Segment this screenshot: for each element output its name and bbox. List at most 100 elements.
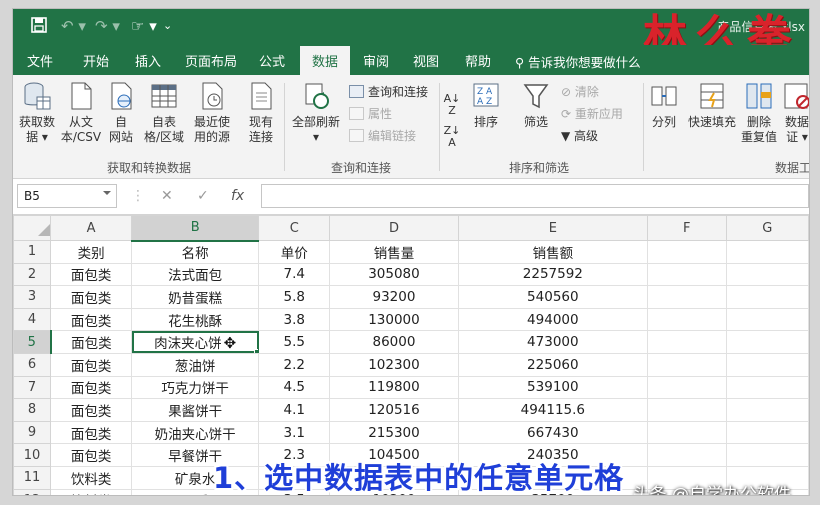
data-cell[interactable]: 4.1 [258,398,331,422]
queries-connections-button[interactable]: 查询和连接 [349,85,428,99]
data-cell[interactable]: 饮料类 [49,465,133,490]
row-header[interactable]: 6 [13,352,51,377]
data-cell[interactable]: 巧克力饼干 [131,375,260,400]
data-cell[interactable]: 面包类 [49,420,133,445]
name-box[interactable]: B5 [17,184,117,208]
header-cell[interactable]: 销售量 [329,240,459,264]
data-validation-button[interactable]: 数据 证 ▾ [781,81,809,145]
header-cell[interactable]: 类别 [49,240,133,264]
from-web-button[interactable]: 自 网站 [105,81,137,145]
data-cell[interactable]: 5.5 [258,330,331,354]
data-cell[interactable]: 面包类 [49,352,133,377]
get-data-button[interactable]: 获取数 据 ▾ [17,81,57,145]
data-cell[interactable]: 面包类 [49,398,133,422]
empty-cell[interactable] [647,420,727,445]
data-cell[interactable]: 面包类 [49,375,133,400]
empty-cell[interactable] [647,398,727,422]
data-cell[interactable]: 539100 [457,375,649,400]
existing-connections-button[interactable]: 现有 连接 [243,81,279,145]
data-cell[interactable]: 法式面包 [131,262,260,287]
tab-formulas[interactable]: 公式 [259,51,285,70]
save-icon[interactable] [31,17,47,37]
row-header[interactable]: 11 [13,465,51,490]
data-cell[interactable]: 面包类 [49,443,133,467]
empty-cell[interactable] [725,285,809,309]
empty-cell[interactable] [725,240,809,264]
data-cell[interactable]: 667430 [457,420,649,445]
data-cell[interactable]: 面包类 [49,307,133,332]
clear-filter-button[interactable]: ⊘ 清除 [561,85,599,99]
row-header[interactable]: 1 [13,240,51,264]
data-cell[interactable]: 4.5 [258,375,331,400]
empty-cell[interactable] [725,262,809,287]
empty-cell[interactable] [647,285,727,309]
text-to-columns-button[interactable]: 分列 [647,81,681,130]
sort-ascending-button[interactable]: A↓ Z [443,93,461,117]
row-header[interactable]: 12 [13,488,51,495]
tab-data[interactable]: 数据 [300,46,351,75]
empty-cell[interactable] [647,352,727,377]
empty-cell[interactable] [647,375,727,400]
empty-cell[interactable] [725,443,809,467]
column-header[interactable]: A [49,215,133,241]
data-cell[interactable]: 奶昔蛋糕 [131,285,260,309]
data-cell[interactable]: 3.1 [258,420,331,445]
empty-cell[interactable] [725,420,809,445]
data-cell[interactable]: 2.2 [258,352,331,377]
fill-handle[interactable] [254,348,258,353]
data-cell[interactable]: 奶油夹心饼干 [131,420,260,445]
data-cell[interactable]: 3.8 [258,307,331,332]
flash-fill-button[interactable]: 快速填充 [685,81,739,130]
empty-cell[interactable] [647,307,727,332]
edit-links-button[interactable]: 编辑链接 [349,129,416,143]
column-header[interactable]: D [329,215,459,241]
data-cell[interactable]: 93200 [329,285,459,309]
from-table-range-button[interactable]: 自表 格/区域 [141,81,187,145]
name-box-dropdown-icon[interactable] [103,191,111,195]
data-cell[interactable]: 86000 [329,330,459,354]
touch-mode-icon[interactable]: ☞ ▾ [131,17,157,35]
tab-home[interactable]: 开始 [83,51,109,70]
enter-icon[interactable]: ✓ [197,188,209,204]
data-cell[interactable]: 花生桃酥 [131,307,260,332]
customize-qat-icon[interactable]: ⌄ [163,19,172,32]
refresh-all-button[interactable]: 全部刷新 ▾ [289,81,343,145]
row-header[interactable]: 2 [13,262,51,287]
data-cell[interactable]: 102300 [329,352,459,377]
data-cell[interactable]: 305080 [329,262,459,287]
data-cell[interactable]: 119800 [329,375,459,400]
data-cell[interactable]: 215300 [329,420,459,445]
row-header[interactable]: 7 [13,375,51,400]
insert-function-icon[interactable]: fx [231,188,244,204]
sort-descending-button[interactable]: Z↓ A [443,125,461,149]
undo-icon[interactable]: ↶ ▾ [61,17,86,35]
header-cell[interactable]: 名称 [131,240,260,264]
row-header[interactable]: 9 [13,420,51,445]
header-cell[interactable]: 销售额 [457,240,649,264]
tab-insert[interactable]: 插入 [135,51,161,70]
column-header[interactable]: E [457,215,649,241]
empty-cell[interactable] [725,352,809,377]
column-header[interactable]: C [258,215,331,241]
column-header-selected[interactable]: B [131,215,260,242]
data-cell[interactable]: 7.4 [258,262,331,287]
data-cell[interactable]: 120516 [329,398,459,422]
data-cell[interactable]: 540560 [457,285,649,309]
reapply-button[interactable]: ⟳ 重新应用 [561,107,623,121]
data-cell[interactable]: 果酱饼干 [131,398,260,422]
row-header[interactable]: 5 [13,330,52,354]
data-cell[interactable]: 225060 [457,352,649,377]
data-cell[interactable]: 130000 [329,307,459,332]
empty-cell[interactable] [647,443,727,467]
data-cell[interactable]: 2257592 [457,262,649,287]
tab-page-layout[interactable]: 页面布局 [185,51,237,70]
empty-cell[interactable] [725,375,809,400]
empty-cell[interactable] [725,330,809,354]
advanced-filter-button[interactable]: ▼ 高级 [561,129,598,143]
properties-button[interactable]: 属性 [349,107,392,121]
tab-review[interactable]: 审阅 [363,51,389,70]
data-cell[interactable]: 5.8 [258,285,331,309]
select-all-corner[interactable] [13,215,51,241]
formula-input[interactable] [261,184,809,208]
from-text-csv-button[interactable]: 从文 本/CSV [59,81,103,145]
